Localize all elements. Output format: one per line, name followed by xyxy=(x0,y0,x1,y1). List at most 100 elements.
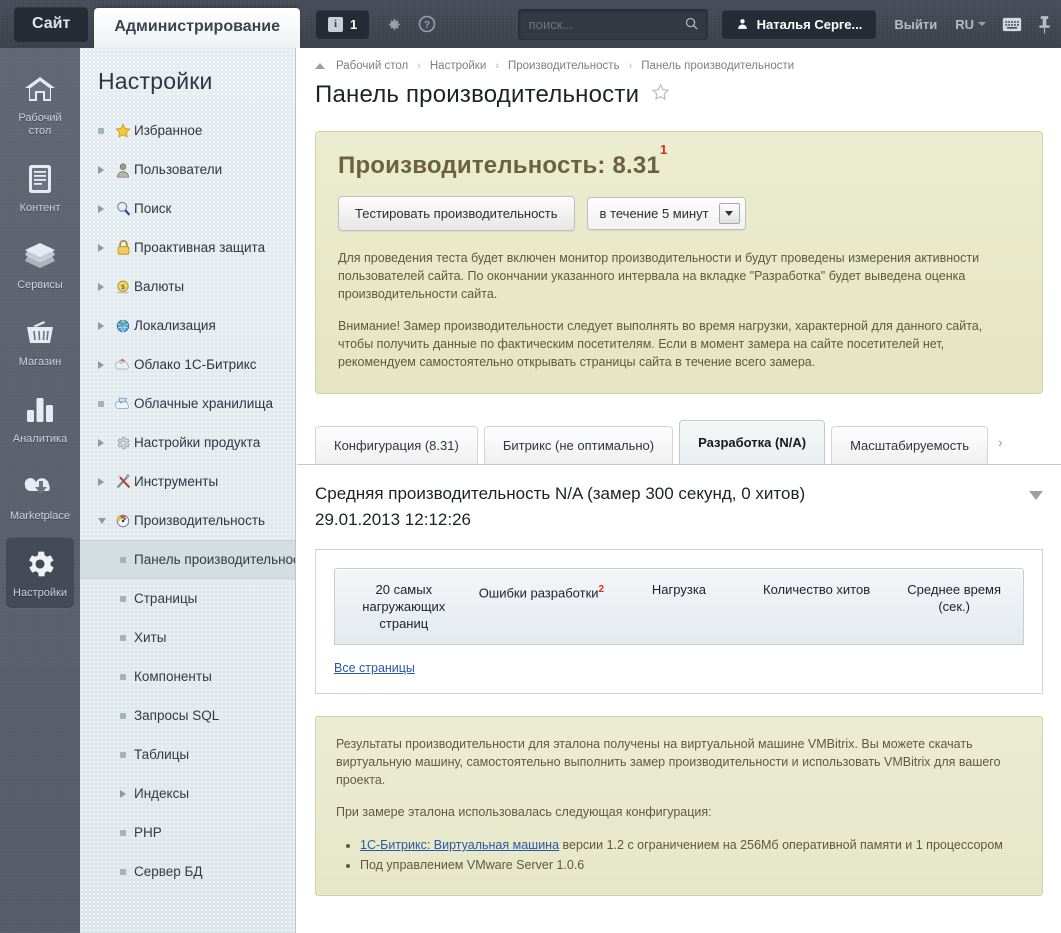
tree-item-tables[interactable]: Таблицы xyxy=(80,735,295,774)
tree-item-db-server[interactable]: Сервер БД xyxy=(80,852,295,891)
tree-item-label: Таблицы xyxy=(134,747,190,762)
page-title-row: Панель производительности xyxy=(315,81,1061,109)
bar-chart-icon xyxy=(8,393,72,427)
table-column-header[interactable]: Среднее время (сек.) xyxy=(885,569,1023,644)
table-column-footnote: 2 xyxy=(598,584,605,595)
vm-link[interactable]: 1С-Битрикс: Виртуальная машина xyxy=(360,838,559,852)
tree-item-users[interactable]: Пользователи xyxy=(80,150,295,189)
favorite-star-icon[interactable] xyxy=(651,82,670,108)
table-column-header[interactable]: Нагрузка xyxy=(610,569,748,644)
breadcrumb-item[interactable]: Производительность xyxy=(508,60,620,72)
chevron-right-icon xyxy=(98,321,112,330)
sidebar-item-settings[interactable]: Настройки xyxy=(6,537,74,608)
tab-administration[interactable]: Администрирование xyxy=(94,8,301,48)
tab-development[interactable]: Разработка (N/A) xyxy=(679,420,826,464)
keyboard-button[interactable] xyxy=(1002,17,1022,32)
tree-item-php[interactable]: PHP xyxy=(80,813,295,852)
table-column-header[interactable]: Количество хитов xyxy=(748,569,886,644)
tree-item-label: Индексы xyxy=(134,786,190,801)
tree-item-label: Проактивная защита xyxy=(134,240,266,255)
breadcrumb-item[interactable]: Панель производительности xyxy=(641,60,794,72)
marker-square-icon xyxy=(120,712,134,719)
tree-item-tools[interactable]: Инструменты xyxy=(80,462,295,501)
tree-item-label: Избранное xyxy=(134,123,203,138)
summary-line-1: Средняя производительность N/A (замер 30… xyxy=(315,484,806,503)
marker-square-icon xyxy=(120,829,134,836)
sidebar-item-services[interactable]: Сервисы xyxy=(6,229,74,300)
chevron-right-icon xyxy=(98,165,112,174)
tree-item-localization[interactable]: Локализация xyxy=(80,306,295,345)
tree-item-sql-queries[interactable]: Запросы SQL xyxy=(80,696,295,735)
tree-item-components[interactable]: Компоненты xyxy=(80,657,295,696)
all-pages-link[interactable]: Все страницы xyxy=(334,661,415,675)
summary-line-2: 29.01.2013 12:12:26 xyxy=(315,510,471,529)
tree-item-label: Валюты xyxy=(134,279,185,294)
tab-site[interactable]: Сайт xyxy=(14,6,89,42)
sidebar-item-desktop[interactable]: Рабочий стол xyxy=(6,62,74,146)
tree-item-indexes[interactable]: Индексы xyxy=(80,774,295,813)
marker-square-icon xyxy=(120,595,134,602)
search-box[interactable] xyxy=(517,8,708,40)
performance-description-1: Для проведения теста будет включен монит… xyxy=(338,251,980,301)
tree-item-product-settings[interactable]: Настройки продукта xyxy=(80,423,295,462)
keyboard-icon xyxy=(1002,17,1022,31)
performance-actions: Тестировать производительность в течение… xyxy=(338,196,1020,231)
interval-select[interactable]: в течение 5 минут xyxy=(586,197,746,230)
tree-item-performance-panel[interactable]: Панель производительнос xyxy=(80,540,295,579)
sidebar-item-content[interactable]: Контент xyxy=(6,152,74,223)
settings-gear-button[interactable] xyxy=(385,16,402,33)
tree-item-cloud-storage[interactable]: Облачные хранилища xyxy=(80,384,295,423)
tree-item-label: Поиск xyxy=(134,201,172,216)
tree-item-label: Страницы xyxy=(134,591,198,606)
user-icon xyxy=(737,19,747,29)
tree-item-proactive-protection[interactable]: Проактивная защита xyxy=(80,228,295,267)
table-column-label: Среднее время (сек.) xyxy=(907,582,1002,614)
search-icon xyxy=(684,16,699,34)
tab-bitrix[interactable]: Битрикс (не оптимально) xyxy=(483,426,674,464)
language-label: RU xyxy=(955,16,974,32)
sidebar-item-label: Настройки xyxy=(13,587,67,599)
tree-item-label: Сервер БД xyxy=(134,864,203,879)
performance-footnote-marker: 1 xyxy=(660,142,668,157)
content-area: Рабочий стол › Настройки › Производитель… xyxy=(297,48,1061,933)
pin-button[interactable] xyxy=(1038,15,1051,34)
language-switcher[interactable]: RU xyxy=(955,17,986,32)
breadcrumb-up-icon[interactable] xyxy=(315,63,325,69)
search-input[interactable] xyxy=(517,8,708,40)
marker-square-icon xyxy=(120,634,134,641)
breadcrumb-separator: › xyxy=(628,60,633,72)
breadcrumb-item[interactable]: Рабочий стол xyxy=(336,60,408,72)
logout-link[interactable]: Выйти xyxy=(894,17,937,32)
tabs-more-chevron-icon[interactable]: › xyxy=(998,434,1003,450)
main-nav-rail: Рабочий стол Контент Сервисы Магазин Ана… xyxy=(0,48,80,933)
tree-item-pages[interactable]: Страницы xyxy=(80,579,295,618)
tree-item-search[interactable]: Поиск xyxy=(80,189,295,228)
collapse-triangle-icon[interactable] xyxy=(1029,491,1043,500)
table-column-label: Количество хитов xyxy=(763,582,871,597)
notifications-button[interactable]: i 1 xyxy=(316,9,370,39)
sidebar-item-label: Рабочий стол xyxy=(18,112,62,137)
tree-item-performance[interactable]: Производительность xyxy=(80,501,295,540)
sidebar-item-shop[interactable]: Магазин xyxy=(6,306,74,377)
tree-item-cloud-bitrix[interactable]: Облако 1С-Битрикс xyxy=(80,345,295,384)
breadcrumb-item[interactable]: Настройки xyxy=(430,60,486,72)
help-button[interactable]: ? xyxy=(418,15,436,33)
table-column-header[interactable]: Ошибки разработки2 xyxy=(473,569,611,644)
tree-item-currencies[interactable]: $ Валюты xyxy=(80,267,295,306)
performance-score: 8.31 xyxy=(612,152,661,179)
tree-item-label: Инструменты xyxy=(134,474,219,489)
sidebar-item-analytics[interactable]: Аналитика xyxy=(6,383,74,454)
table-column-header[interactable]: 20 самых нагружающих страниц xyxy=(335,569,473,644)
tree-item-hits[interactable]: Хиты xyxy=(80,618,295,657)
test-performance-button[interactable]: Тестировать производительность xyxy=(338,196,575,231)
note-list-item: 1С-Битрикс: Виртуальная машина версии 1.… xyxy=(360,835,1022,855)
sidebar-item-marketplace[interactable]: Marketplace xyxy=(6,460,74,531)
note-list-item: Под управлением VMware Server 1.0.6 xyxy=(360,855,1022,875)
tree-item-favorites[interactable]: Избранное xyxy=(80,111,295,150)
tab-configuration[interactable]: Конфигурация (8.31) xyxy=(315,426,478,464)
table-column-label: Ошибки разработки xyxy=(478,585,599,601)
user-menu-button[interactable]: Наталья Серге... xyxy=(721,9,877,39)
tools-icon xyxy=(112,473,134,490)
page-title: Панель производительности xyxy=(315,81,640,108)
tab-scalability[interactable]: Масштабируемость xyxy=(831,426,989,464)
